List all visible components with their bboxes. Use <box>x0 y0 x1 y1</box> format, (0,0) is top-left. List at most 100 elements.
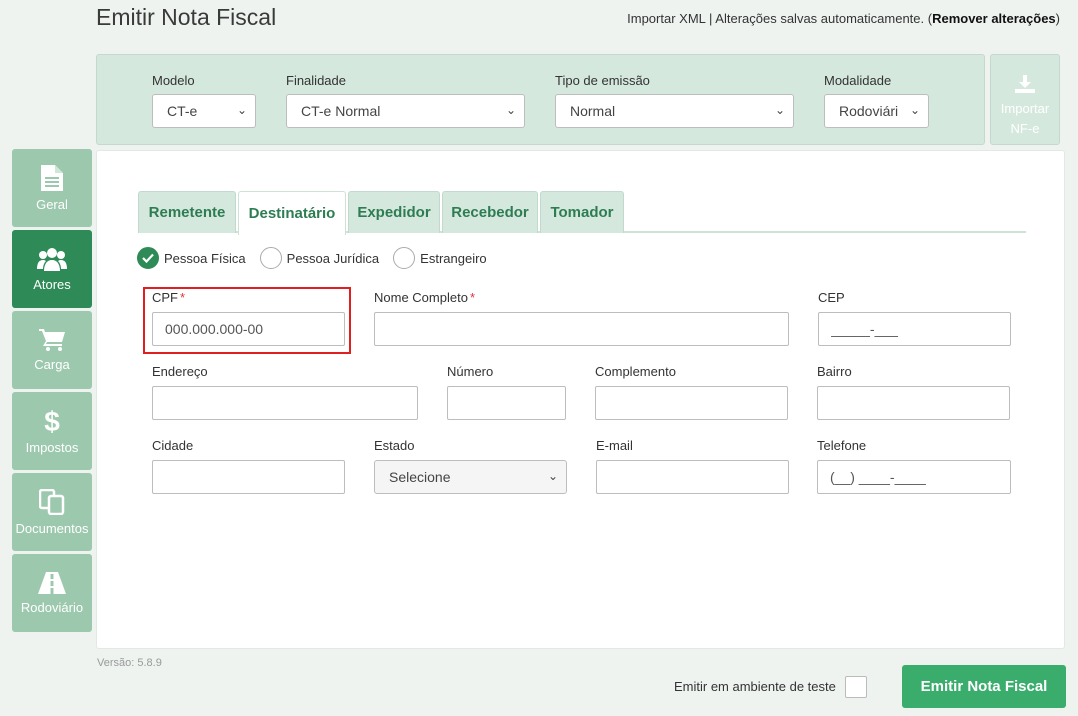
telefone-input[interactable] <box>817 460 1011 494</box>
radio-pessoa-fisica[interactable]: Pessoa Física <box>137 247 246 269</box>
modelo-group: Modelo CT-e ⌄ <box>152 73 256 128</box>
radio-estrangeiro[interactable]: Estrangeiro <box>393 247 487 269</box>
cpf-input[interactable] <box>152 312 345 346</box>
header-separator: | <box>705 11 716 26</box>
sidebar-item-label: Rodoviário <box>20 599 84 615</box>
cep-field-group: CEP <box>818 290 1011 346</box>
tipo-emissao-label: Tipo de emissão <box>555 73 650 88</box>
chevron-down-icon: ⌄ <box>505 103 516 117</box>
finalidade-select[interactable]: CT-e Normal ⌄ <box>286 94 525 128</box>
road-icon <box>38 571 66 594</box>
import-xml-link[interactable]: Importar XML <box>627 11 705 26</box>
cart-icon <box>39 328 65 351</box>
person-type-radios: Pessoa Física Pessoa Jurídica Estrangeir… <box>137 247 501 269</box>
modalidade-value: Rodoviári <box>839 103 899 119</box>
radio-circle <box>259 247 282 269</box>
tab-expedidor[interactable]: Expedidor <box>348 191 440 233</box>
finalidade-label: Finalidade <box>286 73 346 88</box>
tab-tomador[interactable]: Tomador <box>540 191 624 233</box>
dollar-icon: $ <box>44 405 60 437</box>
modelo-value: CT-e <box>167 103 198 119</box>
test-env-label: Emitir em ambiente de teste <box>674 679 836 694</box>
sidebar-item-label: Documentos <box>15 520 89 536</box>
endereco-input[interactable] <box>152 386 418 420</box>
tipo-emissao-value: Normal <box>570 103 616 119</box>
remove-changes-link[interactable]: Remover alterações <box>932 11 1056 26</box>
sidebar-item-label: Atores <box>33 276 71 292</box>
sidebar-item-rodoviario[interactable]: Rodoviário <box>12 554 92 632</box>
download-icon <box>1015 75 1035 93</box>
check-icon <box>137 247 159 269</box>
tab-remetente[interactable]: Remetente <box>138 191 236 233</box>
radio-label: Pessoa Física <box>164 250 246 266</box>
bairro-input[interactable] <box>817 386 1010 420</box>
sidebar-item-atores[interactable]: Atores <box>12 230 92 308</box>
nome-field-group: Nome Completo * <box>374 290 789 346</box>
import-nfe-button[interactable]: Importar NF-e <box>990 54 1060 145</box>
estado-value: Selecione <box>389 469 451 485</box>
tipo-emissao-select[interactable]: Normal ⌄ <box>555 94 794 128</box>
sidebar-item-label: Carga <box>34 356 70 372</box>
sidebar-item-label: Geral <box>36 196 68 212</box>
sidebar-item-impostos[interactable]: $ Impostos <box>12 392 92 470</box>
numero-label: Número <box>447 364 494 379</box>
cidade-field-group: Cidade <box>152 438 345 494</box>
test-env-checkbox[interactable] <box>845 676 867 698</box>
autosave-text: Alterações salvas automaticamente. ( <box>715 11 933 26</box>
emit-nota-fiscal-button[interactable]: Emitir Nota Fiscal <box>902 665 1066 708</box>
tab-destinatario[interactable]: Destinatário <box>238 191 346 235</box>
close-paren: ) <box>1055 11 1060 26</box>
radio-pessoa-juridica[interactable]: Pessoa Jurídica <box>259 247 380 269</box>
finalidade-value: CT-e Normal <box>301 103 381 119</box>
header-links: Importar XML | Alterações salvas automat… <box>627 11 1060 26</box>
cep-input[interactable] <box>818 312 1011 346</box>
actor-tabs: Remetente Destinatário Expedidor Recebed… <box>138 191 1026 235</box>
cidade-label: Cidade <box>152 438 194 453</box>
document-icon <box>41 164 63 191</box>
numero-input[interactable] <box>447 386 566 420</box>
copy-icon <box>39 488 65 515</box>
complemento-label: Complemento <box>595 364 676 379</box>
modalidade-group: Modalidade Rodoviári ⌄ <box>824 73 929 128</box>
complemento-input[interactable] <box>595 386 788 420</box>
cep-label: CEP <box>818 290 845 305</box>
estado-field-group: Estado Selecione ⌄ <box>374 438 567 494</box>
chevron-down-icon: ⌄ <box>547 469 558 483</box>
sidebar-item-geral[interactable]: Geral <box>12 149 92 227</box>
endereco-label: Endereço <box>152 364 208 379</box>
estado-select[interactable]: Selecione ⌄ <box>374 460 567 494</box>
cpf-label: CPF * <box>152 290 186 305</box>
modalidade-label: Modalidade <box>824 73 892 88</box>
version-text: Versão: 5.8.9 <box>97 657 162 669</box>
complemento-field-group: Complemento <box>595 364 788 420</box>
telefone-field-group: Telefone <box>817 438 1011 494</box>
tipo-emissao-group: Tipo de emissão Normal ⌄ <box>555 73 794 128</box>
config-panel: Modelo CT-e ⌄ Finalidade CT-e Normal ⌄ T… <box>96 54 985 145</box>
main-card: Remetente Destinatário Expedidor Recebed… <box>96 150 1065 649</box>
cidade-input[interactable] <box>152 460 345 494</box>
page-title: Emitir Nota Fiscal <box>96 4 277 30</box>
sidebar-item-label: Impostos <box>25 439 79 455</box>
tab-recebedor[interactable]: Recebedor <box>442 191 538 233</box>
modelo-select[interactable]: CT-e ⌄ <box>152 94 256 128</box>
modelo-label: Modelo <box>152 73 195 88</box>
modalidade-select[interactable]: Rodoviári ⌄ <box>824 94 929 128</box>
users-icon <box>37 247 67 271</box>
radio-label: Estrangeiro <box>420 250 487 266</box>
radio-circle <box>393 247 416 269</box>
radio-label: Pessoa Jurídica <box>286 250 380 266</box>
telefone-label: Telefone <box>817 438 867 453</box>
chevron-down-icon: ⌄ <box>909 103 920 117</box>
sidebar-item-carga[interactable]: Carga <box>12 311 92 389</box>
finalidade-group: Finalidade CT-e Normal ⌄ <box>286 73 525 128</box>
email-label: E-mail <box>596 438 633 453</box>
endereco-field-group: Endereço <box>152 364 418 420</box>
email-input[interactable] <box>596 460 789 494</box>
chevron-down-icon: ⌄ <box>236 103 247 117</box>
import-nfe-label: Importar NF-e <box>1000 101 1050 136</box>
nome-label: Nome Completo * <box>374 290 475 305</box>
sidebar: Geral Atores Carga $ Impostos Documentos <box>12 149 92 635</box>
nome-input[interactable] <box>374 312 789 346</box>
bairro-field-group: Bairro <box>817 364 1010 420</box>
sidebar-item-documentos[interactable]: Documentos <box>12 473 92 551</box>
